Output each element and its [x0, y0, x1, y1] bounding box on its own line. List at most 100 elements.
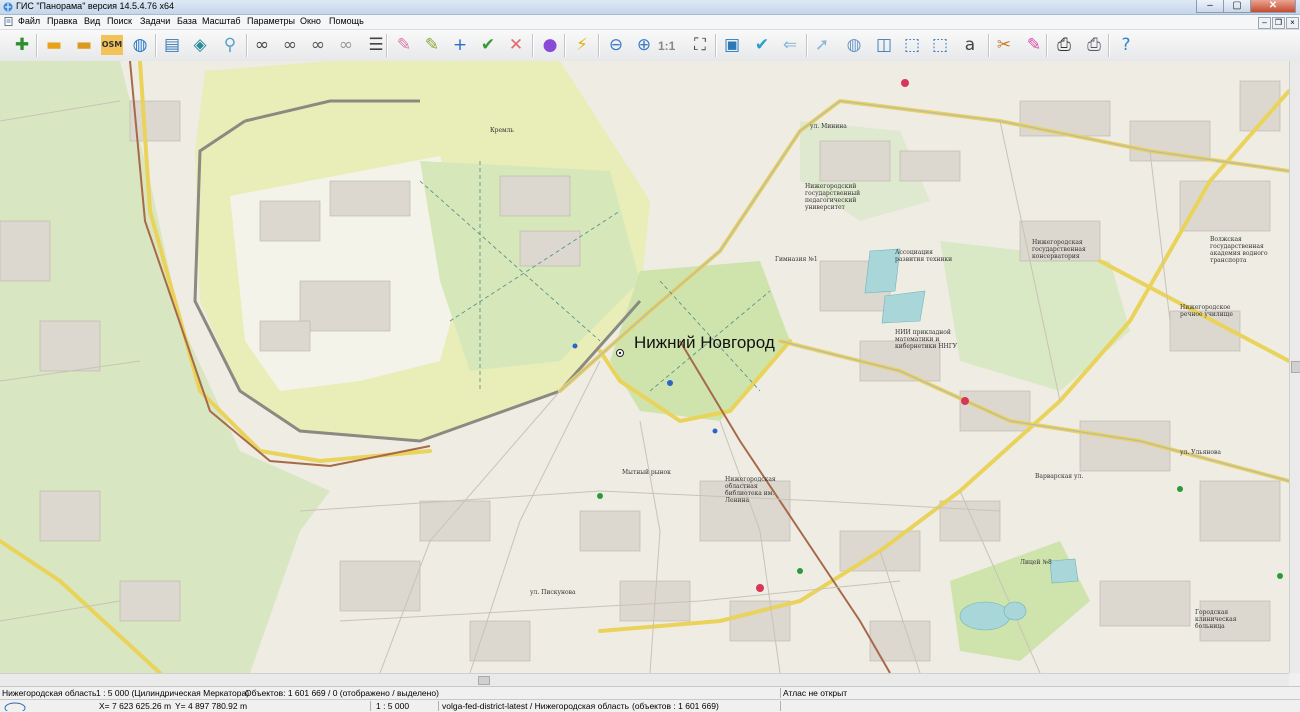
- accept-edit-button[interactable]: ✔: [476, 32, 500, 58]
- select-object-button[interactable]: ✎: [392, 32, 416, 58]
- show-all-button[interactable]: ▣: [720, 32, 744, 58]
- print-preview-button[interactable]: ⎙: [1082, 32, 1106, 58]
- zoom-in-button[interactable]: ⊕: [632, 32, 656, 58]
- back-arrow-icon: ⇐: [782, 35, 798, 55]
- map-label-conservatory: Нижегородская государственная консервато…: [1032, 239, 1086, 260]
- menu-view[interactable]: Вид: [82, 16, 102, 26]
- map-label-research-institute: НИИ прикладной математики и кибернетики …: [895, 329, 958, 350]
- legend-icon: ⚲: [223, 35, 237, 55]
- layer-stack-button[interactable]: ◈: [188, 32, 212, 58]
- find-area-icon: ∞: [338, 35, 354, 55]
- menu-tasks[interactable]: Задачи: [138, 16, 172, 26]
- menu-window[interactable]: Окно: [298, 16, 323, 26]
- lightning-button[interactable]: ⚡: [570, 32, 594, 58]
- toolbar-separator: [246, 34, 248, 57]
- palette-button[interactable]: ●: [538, 32, 562, 58]
- help-button[interactable]: ?: [1114, 32, 1138, 58]
- menu-edit[interactable]: Правка: [45, 16, 79, 26]
- route-button[interactable]: ✎: [1022, 32, 1046, 58]
- check-button[interactable]: ✔: [750, 32, 774, 58]
- minimize-button[interactable]: –: [1196, 0, 1224, 13]
- new-document-icon: ✚: [14, 35, 30, 55]
- menu-parameters[interactable]: Параметры: [245, 16, 297, 26]
- info-frame-icon: ⬚: [931, 35, 949, 55]
- vertical-scroll-thumb[interactable]: [1291, 361, 1300, 373]
- text-frame-button[interactable]: a: [958, 32, 982, 58]
- text-frame-icon: a: [964, 35, 976, 55]
- zoom-out-button[interactable]: ⊖: [604, 32, 628, 58]
- add-point-button[interactable]: +: [448, 32, 472, 58]
- open-folder-button[interactable]: ▬: [42, 32, 66, 58]
- map-label-water-transport-academy: Волжская государственная академия водног…: [1210, 236, 1268, 264]
- find-more-icon: ∞: [310, 35, 326, 55]
- open-multiple-icon: ▬: [75, 35, 93, 55]
- select-object-icon: ✎: [396, 35, 412, 55]
- window-title: ГИС "Панорама" версия 14.5.4.76 x64: [16, 1, 175, 11]
- find-text-icon: ∞: [282, 35, 298, 55]
- scale-one-to-one-button[interactable]: 1:1: [658, 39, 675, 53]
- gps-globe-button[interactable]: ◍: [842, 32, 866, 58]
- toolbar-separator: [564, 34, 566, 57]
- fit-window-button[interactable]: ⛶: [688, 32, 712, 58]
- back-arrow-button[interactable]: ⇐: [778, 32, 802, 58]
- menu-scale[interactable]: Масштаб: [200, 16, 243, 26]
- new-document-button[interactable]: ✚: [10, 32, 34, 58]
- mdi-close-button[interactable]: ×: [1286, 17, 1299, 29]
- web-globe-button[interactable]: ◍: [128, 32, 152, 58]
- status-scale-projection: 1 : 5 000 (Цилиндрическая Меркатора): [96, 688, 250, 698]
- menu-file[interactable]: Файл: [16, 16, 42, 26]
- delete-object-button[interactable]: ✕: [504, 32, 528, 58]
- toolbar: ✚ ▬ ▬ OSM ◍ ▤ ◈ ⚲ ∞ ∞ ∞ ∞ ☰ ✎ ✎ + ✔ ✕ ● ⚡ ⊖ ⊕ ⛶ ▣ ✔ ⇐ ➚ ◍ ◫ ⬚ ⬚ a ✂ ✎ ⎙ ⎙? …: [0, 30, 1300, 62]
- menu-database[interactable]: База: [175, 16, 199, 26]
- map-edit-icon: ◫: [875, 35, 893, 55]
- edit-object-button[interactable]: ✎: [420, 32, 444, 58]
- legend-button[interactable]: ⚲: [218, 32, 242, 58]
- mdi-restore-button[interactable]: ❐: [1272, 17, 1285, 29]
- status-bar-top: Нижегородская область 1 : 5 000 (Цилиндр…: [0, 686, 1300, 699]
- binoculars-button[interactable]: ∞: [250, 32, 274, 58]
- list-button[interactable]: ☰: [364, 32, 388, 58]
- print-button[interactable]: ⎙: [1052, 32, 1076, 58]
- map-edit-button[interactable]: ◫: [872, 32, 896, 58]
- cursor-button[interactable]: ➚: [810, 32, 834, 58]
- binoculars-icon: ∞: [254, 35, 270, 55]
- map-drawing: [0, 61, 1289, 673]
- maximize-button[interactable]: ▢: [1223, 0, 1251, 13]
- web-globe-icon: ◍: [132, 35, 148, 55]
- map-layers-button[interactable]: ▤: [160, 32, 184, 58]
- map-label-association: Ассоциация развития техники: [895, 249, 953, 263]
- map-label-lyceum: Лицей №8: [1020, 559, 1052, 566]
- close-button[interactable]: ✕: [1250, 0, 1296, 13]
- zoom-out-icon: ⊖: [608, 35, 624, 55]
- horizontal-scrollbar[interactable]: [0, 673, 1289, 686]
- status-x-coordinate: X= 7 623 625.26 m: [99, 701, 172, 711]
- menu-help[interactable]: Помощь: [327, 16, 366, 26]
- select-frame-button[interactable]: ⬚: [900, 32, 924, 58]
- find-more-button[interactable]: ∞: [306, 32, 330, 58]
- map-label-ulyanova-street: ул. Ульянова: [1180, 449, 1221, 456]
- gps-globe-icon: ◍: [846, 35, 862, 55]
- find-text-button[interactable]: ∞: [278, 32, 302, 58]
- mdi-minimize-button[interactable]: –: [1258, 17, 1271, 29]
- print-icon: ⎙: [1057, 35, 1071, 55]
- map-label-varvarskaya-street: Варварская ул.: [1035, 473, 1084, 480]
- find-area-button[interactable]: ∞: [334, 32, 358, 58]
- title-bar: ГИС "Панорама" версия 14.5.4.76 x64 – ▢ …: [0, 0, 1300, 15]
- info-frame-button[interactable]: ⬚: [928, 32, 952, 58]
- help-icon: ?: [1121, 35, 1131, 55]
- vertical-scrollbar[interactable]: [1289, 61, 1300, 673]
- horizontal-scroll-thumb[interactable]: [478, 676, 490, 685]
- toolbar-separator: [36, 34, 38, 57]
- status-objects-count: (объектов : 1 601 669): [632, 701, 719, 711]
- tools-button[interactable]: ✂: [992, 32, 1016, 58]
- print-preview-icon: ⎙: [1087, 35, 1101, 55]
- toolbar-separator: [155, 34, 157, 57]
- status-y-coordinate: Y= 4 897 780.92 m: [175, 701, 248, 711]
- map-canvas[interactable]: Нижний Новгород Кремль Нижегородский гос…: [0, 61, 1289, 673]
- open-multiple-button[interactable]: ▬: [72, 32, 96, 58]
- menu-search[interactable]: Поиск: [105, 16, 134, 26]
- open-osm-button[interactable]: OSM: [100, 32, 124, 58]
- map-label-gymnasium: Гимназия №1: [775, 256, 818, 263]
- layer-stack-icon: ◈: [193, 35, 207, 55]
- app-icon: [3, 2, 13, 12]
